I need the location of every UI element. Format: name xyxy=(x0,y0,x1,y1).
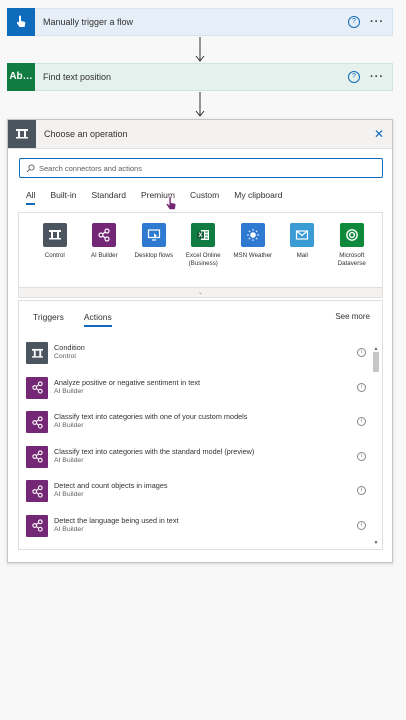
excel-icon: X xyxy=(191,223,216,247)
search-input[interactable]: Search connectors and actions xyxy=(19,158,383,178)
ai-builder-icon xyxy=(26,411,48,434)
panel-header: Choose an operation ✕ xyxy=(8,120,392,149)
action-item-classify-custom[interactable]: Classify text into categories with one o… xyxy=(26,411,366,446)
connector-arrow xyxy=(195,92,205,117)
search-placeholder: Search connectors and actions xyxy=(39,163,142,173)
connector-control[interactable]: Control xyxy=(30,223,80,268)
desktop-flows-icon xyxy=(141,223,166,247)
connector-label: Desktop flows xyxy=(134,252,173,259)
connector-label: Control xyxy=(44,252,65,259)
tab-custom[interactable]: Custom xyxy=(190,190,219,205)
tab-standard[interactable]: Standard xyxy=(91,190,126,205)
connector-arrow xyxy=(195,37,205,62)
ai-builder-icon xyxy=(26,480,48,503)
action-name: Analyze positive or negative sentiment i… xyxy=(54,377,201,387)
trigger-step-card[interactable]: Manually trigger a flow ? ··· xyxy=(7,7,393,36)
action-connector: AI Builder xyxy=(54,456,84,464)
trigger-badge xyxy=(7,7,35,36)
action-item-detect-language[interactable]: Detect the language being used in text AI… xyxy=(26,514,366,549)
operations-list-section: Triggers Actions See more Condition Contr… xyxy=(18,300,383,550)
info-icon[interactable]: i xyxy=(357,348,366,357)
action-item-detect-objects[interactable]: Detect and count objects in images AI Bui… xyxy=(26,480,366,515)
search-icon xyxy=(26,163,35,173)
close-icon[interactable]: ✕ xyxy=(374,127,384,141)
connector-mail[interactable]: Mail xyxy=(278,223,328,268)
action-name: Classify text into categories with one o… xyxy=(54,412,248,422)
trigger-action-tabs: Triggers Actions xyxy=(33,312,132,327)
action-connector: Control xyxy=(54,353,76,360)
hand-pointer-icon xyxy=(16,15,26,27)
info-icon[interactable]: i xyxy=(357,451,366,461)
mail-icon xyxy=(290,223,315,247)
connector-label: Microsoft Dataverse xyxy=(337,252,366,267)
connector-dataverse[interactable]: Microsoft Dataverse xyxy=(327,223,377,268)
ai-builder-icon xyxy=(26,514,48,537)
action-name: Classify text into categories with the s… xyxy=(54,446,255,456)
info-icon[interactable]: i xyxy=(357,382,366,392)
tab-triggers[interactable]: Triggers xyxy=(33,312,64,327)
connector-desktop-flows[interactable]: Desktop flows xyxy=(129,223,179,268)
more-options-icon[interactable]: ··· xyxy=(370,71,384,83)
action-item-classify-standard[interactable]: Classify text into categories with the s… xyxy=(26,445,366,481)
svg-text:X: X xyxy=(199,233,203,239)
weather-icon xyxy=(240,223,265,247)
hand-cursor-icon xyxy=(165,196,177,211)
trigger-step-title: Manually trigger a flow xyxy=(43,17,134,27)
text-functions-badge: Ab… xyxy=(7,62,35,91)
connector-excel-online[interactable]: X Excel Online (Business) xyxy=(179,223,229,268)
connector-label: AI Builder xyxy=(90,252,118,259)
action-name: Detect and count objects in images xyxy=(54,481,168,491)
info-icon[interactable]: i xyxy=(357,520,366,530)
action-connector: AI Builder xyxy=(54,525,84,533)
control-icon xyxy=(8,120,36,148)
help-icon[interactable]: ? xyxy=(348,16,360,28)
category-tabs: All Built-in Standard Premium Custom My … xyxy=(26,190,297,205)
see-more-link[interactable]: See more xyxy=(335,312,370,321)
panel-title: Choose an operation xyxy=(44,129,128,139)
actions-scrollbar[interactable]: ▲ ▼ xyxy=(372,346,380,546)
action-connector: AI Builder xyxy=(54,387,84,395)
connector-msn-weather[interactable]: MSN Weather xyxy=(228,223,278,268)
tab-all[interactable]: All xyxy=(26,190,36,205)
scroll-thumb[interactable] xyxy=(373,352,379,372)
action-item-analyze-sentiment[interactable]: Analyze positive or negative sentiment i… xyxy=(26,376,366,412)
scroll-down-icon[interactable]: ▼ xyxy=(372,540,380,546)
action-connector: AI Builder xyxy=(54,422,84,430)
info-icon[interactable]: i xyxy=(357,417,366,427)
actions-list: Condition Control i Analyze positive or n… xyxy=(26,342,366,549)
choose-operation-panel: Choose an operation ✕ Search connectors … xyxy=(7,119,393,563)
control-icon xyxy=(26,342,48,364)
connector-label: Excel Online (Business) xyxy=(185,252,221,267)
tab-built-in[interactable]: Built-in xyxy=(50,190,76,205)
tab-my-clipboard[interactable]: My clipboard xyxy=(234,190,282,205)
ai-builder-icon xyxy=(92,223,117,247)
ai-builder-icon xyxy=(26,445,48,468)
action-item-condition[interactable]: Condition Control i xyxy=(26,342,366,377)
tab-actions[interactable]: Actions xyxy=(83,312,112,327)
control-icon xyxy=(42,223,67,247)
find-text-step-title: Find text position xyxy=(43,72,112,82)
more-options-icon[interactable]: ··· xyxy=(370,16,384,28)
dataverse-icon xyxy=(339,223,364,247)
help-icon[interactable]: ? xyxy=(348,71,360,83)
ai-builder-icon xyxy=(26,376,48,399)
info-icon[interactable]: i xyxy=(357,486,366,496)
action-connector: AI Builder xyxy=(54,491,84,499)
connector-ai-builder[interactable]: AI Builder xyxy=(80,223,130,268)
connector-grid: Control AI Builder Desktop flows X Excel… xyxy=(18,212,383,298)
action-name: Detect the language being used in text xyxy=(54,515,179,525)
action-name: Condition xyxy=(54,343,85,352)
connector-label: Mail xyxy=(296,252,308,259)
connector-label: MSN Weather xyxy=(233,252,273,259)
expand-connectors-button[interactable]: ⌄ xyxy=(19,287,382,297)
find-text-step-card[interactable]: Ab… Find text position ? ··· xyxy=(7,62,393,91)
